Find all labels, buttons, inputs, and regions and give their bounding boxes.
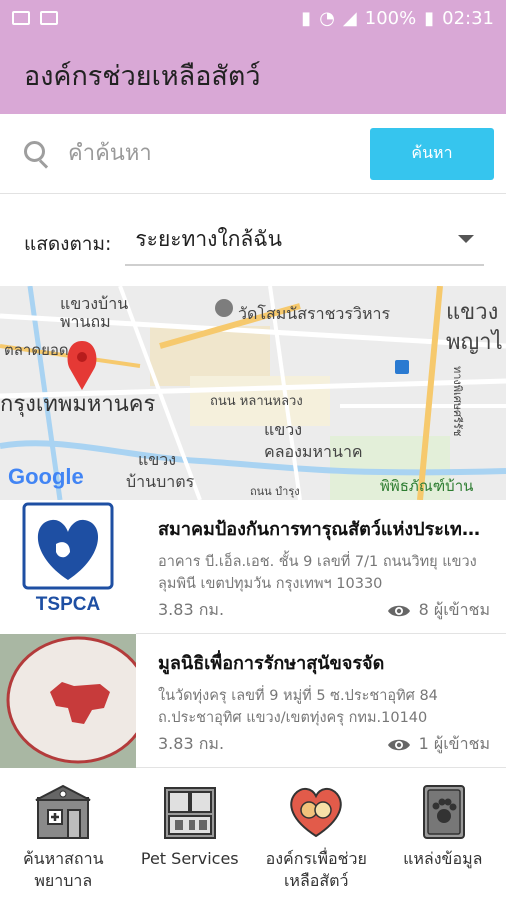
- nav-label: แหล่งข้อมูล: [403, 849, 483, 868]
- map-label-road: ถนน หลานหลวง: [210, 394, 303, 409]
- map-label-area: บ้านบาตร: [126, 472, 195, 491]
- nav-item-organizations[interactable]: องค์กรเพื่อช่วย เหลือสัตว์: [253, 770, 380, 900]
- sort-label: แสดงตาม:: [24, 233, 112, 255]
- distance-text: 3.83 กม.: [158, 600, 225, 619]
- result-list: TSPCA สมาคมป้องกันการทารุณสัตว์แห่งประเท…: [0, 500, 506, 768]
- list-item[interactable]: มูลนิธิเพื่อการรักษาสุนัขจรจัด ในวัดทุ่ง…: [0, 634, 506, 768]
- map-view[interactable]: แขวงบ้าน พานถม ตลาดยอด วัดโสมนัสราชวรวิห…: [0, 286, 506, 500]
- list-item[interactable]: TSPCA สมาคมป้องกันการทารุณสัตว์แห่งประเท…: [0, 500, 506, 634]
- battery-icon: ▮: [424, 7, 435, 29]
- status-notifications: [12, 11, 58, 25]
- card-footer: 3.83 กม. 8 ผู้เข้าชม: [158, 598, 490, 623]
- google-logo: Google: [8, 464, 84, 489]
- map-label-temple: วัดโสมนัสราชวรวิหาร: [238, 304, 391, 323]
- stray-dog-foundation-photo: [0, 634, 136, 768]
- status-bar: ▮ ◔ ◢ 100% ▮ 02:31: [0, 0, 506, 36]
- tspca-logo-text: TSPCA: [35, 594, 101, 615]
- eye-icon: [387, 605, 410, 616]
- nav-label: Pet Services: [140, 849, 239, 868]
- paw-book-icon: [422, 785, 465, 839]
- nav-item-hospital[interactable]: ค้นหาสถาน พยาบาล: [0, 770, 127, 900]
- nav-label: องค์กรเพื่อช่วย เหลือสัตว์: [265, 849, 367, 890]
- sort-dropdown[interactable]: ระยะทางใกล้ฉัน: [125, 214, 484, 266]
- page-title: องค์กรช่วยเหลือสัตว์: [24, 60, 261, 92]
- map-label-museum: พิพิธภัณฑ์บ้าน: [380, 477, 474, 495]
- sort-row: แสดงตาม: ระยะทางใกล้ฉัน: [0, 194, 506, 286]
- nav-item-pet-services[interactable]: Pet Services: [127, 770, 254, 900]
- clock: 02:31: [442, 7, 494, 29]
- map-label-area: พานถม: [60, 312, 111, 331]
- map-label-city: กรุงเทพมหานคร: [0, 392, 156, 417]
- notification-image-icon: [40, 11, 58, 25]
- map-label-area: พญาไ: [446, 330, 503, 355]
- status-system: ▮ ◔ ◢ 100% ▮ 02:31: [301, 8, 494, 29]
- search-bar: ค้นหา: [0, 114, 506, 194]
- pet-shop-icon: [163, 787, 216, 839]
- views-text: 1 ผู้เข้าชม: [418, 734, 490, 753]
- nav-label: ค้นหาสถาน พยาบาล: [22, 849, 104, 890]
- card-address: อาคาร บี.เอ็ล.เอช. ชั้น 9 เลขที่ 7/1 ถนน…: [158, 554, 477, 592]
- views-count: 1 ผู้เข้าชม: [387, 732, 490, 757]
- distance-text: 3.83 กม.: [158, 734, 225, 753]
- map-label-area: คลองมหานาค: [264, 442, 363, 461]
- notification-check-icon: [12, 11, 30, 25]
- cell-icon: ◢: [342, 7, 357, 29]
- bottom-nav: ค้นหาสถาน พยาบาล Pet Services องค์กรเพื่…: [0, 770, 506, 900]
- nav-item-resources[interactable]: แหล่งข้อมูล: [380, 770, 506, 900]
- search-button[interactable]: ค้นหา: [370, 127, 494, 180]
- card-body: สมาคมป้องกันการทารุณสัตว์แห่งประเทศไทย อ…: [136, 500, 506, 633]
- map-label-road: ถนน บำรุง: [250, 485, 300, 498]
- sort-selected-value: ระยะทางใกล้ฉัน: [135, 226, 282, 251]
- chevron-down-icon: [458, 235, 474, 243]
- map-label-market: ตลาดยอด: [4, 341, 69, 359]
- card-body: มูลนิธิเพื่อการรักษาสุนัขจรจัด ในวัดทุ่ง…: [136, 634, 506, 767]
- wifi-icon: ◔: [319, 7, 335, 29]
- search-input[interactable]: [68, 141, 370, 166]
- signal-icon: ▮: [301, 7, 312, 29]
- card-title: สมาคมป้องกันการทารุณสัตว์แห่งประเทศไทย: [158, 519, 488, 540]
- app-bar: องค์กรช่วยเหลือสัตว์: [0, 36, 506, 114]
- views-text: 8 ผู้เข้าชม: [418, 600, 490, 619]
- battery-percent: 100%: [364, 7, 417, 29]
- heart-pets-icon: [290, 788, 342, 838]
- views-count: 8 ผู้เข้าชม: [387, 598, 490, 623]
- map-label-expressway: ทางพิเศษศรีรัช: [451, 366, 464, 437]
- card-address: ในวัดทุ่งครุ เลขที่ 9 หมู่ที่ 5 ซ.ประชาอ…: [158, 688, 438, 726]
- card-footer: 3.83 กม. 1 ผู้เข้าชม: [158, 732, 490, 757]
- eye-icon: [387, 739, 410, 750]
- card-title: มูลนิธิเพื่อการรักษาสุนัขจรจัด: [158, 653, 385, 674]
- search-icon: [24, 140, 50, 167]
- hospital-icon: [35, 784, 91, 839]
- tspca-logo: TSPCA: [0, 500, 136, 634]
